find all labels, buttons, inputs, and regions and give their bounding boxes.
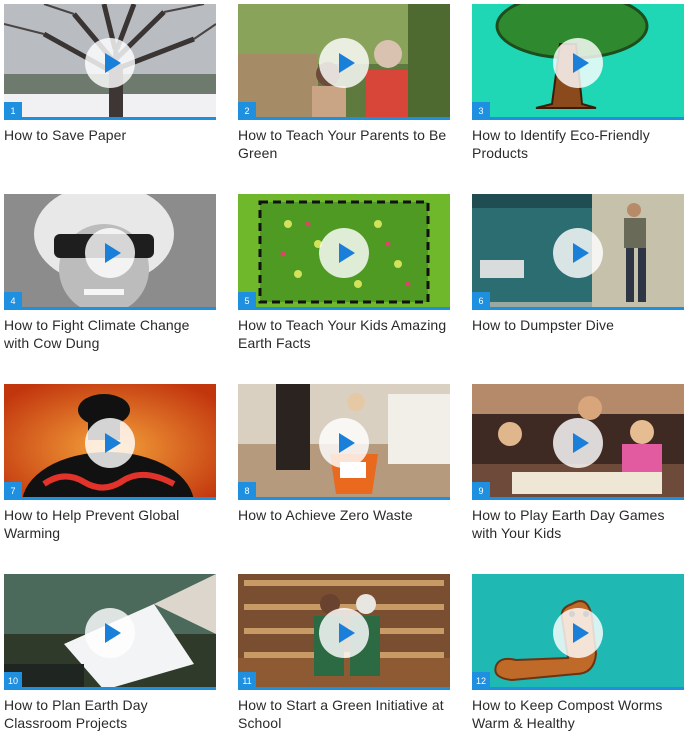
progress-bar	[238, 497, 450, 500]
video-thumbnail[interactable]: 1	[4, 4, 216, 120]
video-thumbnail[interactable]: 7	[4, 384, 216, 500]
video-title[interactable]: How to Keep Compost Worms Warm & Healthy	[472, 696, 684, 732]
video-number-badge: 6	[472, 292, 490, 310]
play-icon[interactable]	[553, 418, 603, 468]
video-number-badge: 4	[4, 292, 22, 310]
play-icon[interactable]	[85, 608, 135, 658]
play-icon[interactable]	[85, 228, 135, 278]
play-icon[interactable]	[319, 608, 369, 658]
video-number-badge: 9	[472, 482, 490, 500]
progress-bar	[238, 687, 450, 690]
play-icon[interactable]	[553, 38, 603, 88]
video-number-badge: 2	[238, 102, 256, 120]
progress-bar	[472, 497, 684, 500]
play-icon[interactable]	[553, 608, 603, 658]
progress-bar	[472, 687, 684, 690]
video-thumbnail[interactable]: 9	[472, 384, 684, 500]
video-number-badge: 11	[238, 672, 256, 690]
progress-bar	[238, 117, 450, 120]
play-icon[interactable]	[85, 38, 135, 88]
video-number-badge: 1	[4, 102, 22, 120]
progress-bar	[4, 307, 216, 310]
play-icon[interactable]	[553, 228, 603, 278]
video-number-badge: 10	[4, 672, 22, 690]
progress-bar	[238, 307, 450, 310]
video-number-badge: 7	[4, 482, 22, 500]
video-title[interactable]: How to Plan Earth Day Classroom Projects	[4, 696, 216, 732]
play-icon[interactable]	[85, 418, 135, 468]
video-thumbnail[interactable]: 8	[238, 384, 450, 500]
video-grid: 1 How to Save Paper 2 How to Teach Your …	[0, 0, 690, 736]
video-title[interactable]: How to Save Paper	[4, 126, 216, 144]
video-thumbnail[interactable]: 3	[472, 4, 684, 120]
video-thumbnail[interactable]: 6	[472, 194, 684, 310]
play-icon[interactable]	[319, 418, 369, 468]
video-number-badge: 12	[472, 672, 490, 690]
progress-bar	[4, 497, 216, 500]
progress-bar	[4, 117, 216, 120]
video-thumbnail[interactable]: 5	[238, 194, 450, 310]
video-number-badge: 8	[238, 482, 256, 500]
progress-bar	[4, 687, 216, 690]
video-number-badge: 3	[472, 102, 490, 120]
video-thumbnail[interactable]: 4	[4, 194, 216, 310]
video-thumbnail[interactable]: 2	[238, 4, 450, 120]
progress-bar	[472, 117, 684, 120]
video-title[interactable]: How to Fight Climate Change with Cow Dun…	[4, 316, 216, 352]
video-thumbnail[interactable]: 11	[238, 574, 450, 690]
play-icon[interactable]	[319, 228, 369, 278]
video-title[interactable]: How to Achieve Zero Waste	[238, 506, 450, 524]
video-thumbnail[interactable]: 10	[4, 574, 216, 690]
video-title[interactable]: How to Play Earth Day Games with Your Ki…	[472, 506, 684, 542]
play-icon[interactable]	[319, 38, 369, 88]
video-thumbnail[interactable]: 12	[472, 574, 684, 690]
video-number-badge: 5	[238, 292, 256, 310]
video-title[interactable]: How to Identify Eco-Friendly Products	[472, 126, 684, 162]
video-title[interactable]: How to Teach Your Parents to Be Green	[238, 126, 450, 162]
video-title[interactable]: How to Start a Green Initiative at Schoo…	[238, 696, 450, 732]
video-title[interactable]: How to Dumpster Dive	[472, 316, 684, 334]
video-title[interactable]: How to Help Prevent Global Warming	[4, 506, 216, 542]
progress-bar	[472, 307, 684, 310]
video-title[interactable]: How to Teach Your Kids Amazing Earth Fac…	[238, 316, 450, 352]
